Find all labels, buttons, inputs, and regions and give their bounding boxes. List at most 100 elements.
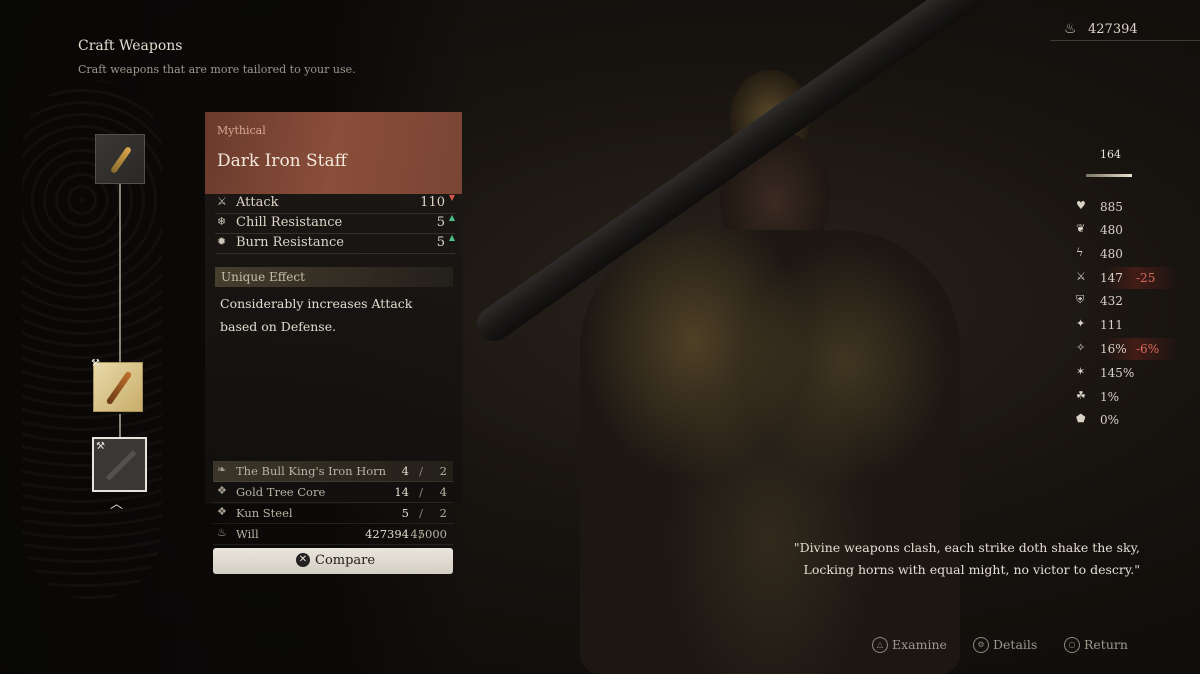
player-stat-crit-chance: ✧ 16% -6% [1070, 338, 1180, 360]
stat-label: Burn Resistance [236, 235, 344, 250]
stat-label: Chill Resistance [236, 215, 343, 230]
currency-display: ♨ 427394 [1050, 20, 1200, 41]
defense-icon: ⛨ [1076, 293, 1085, 306]
will-icon: ♨ [1064, 21, 1077, 37]
stat-value: 885 [1100, 200, 1123, 214]
stat-value: 147 [1100, 271, 1123, 285]
quote-line: "Divine weapons clash, each strike doth … [793, 540, 1140, 555]
material-need: 2 [439, 464, 447, 478]
player-stat-crit-damage: ✶ 145% [1070, 362, 1180, 384]
material-need: 45000 [410, 527, 447, 541]
stat-value: 145% [1100, 366, 1135, 380]
character-figure [560, 70, 980, 674]
material-label: Kun Steel [236, 506, 293, 520]
unique-effect-text: Considerably increases Attack based on D… [220, 296, 413, 334]
material-label: Gold Tree Core [236, 485, 326, 499]
details-button-icon: ⚙ [973, 637, 989, 653]
spirit-icon: ☘ [1076, 389, 1086, 402]
focus-icon: ✦ [1076, 317, 1086, 330]
weapon-slot-base[interactable] [95, 134, 145, 184]
hammer-icon: ⚒ [91, 358, 100, 369]
stat-value: 480 [1100, 247, 1123, 261]
player-stat-health: ♥ 885 [1070, 196, 1180, 218]
health-icon: ♥ [1076, 199, 1086, 212]
trend-up-icon: ▲ [448, 233, 455, 242]
player-stat-stamina: ϟ 480 [1070, 243, 1180, 265]
material-have: 427394 [365, 527, 409, 541]
stat-delta: -25 [1136, 271, 1156, 285]
material-row: ❧ The Bull King's Iron Horn 4 / 2 [213, 461, 453, 482]
material-label: Will [236, 527, 259, 541]
staff-icon [105, 450, 137, 481]
stat-row-burn-resistance: ✹ Burn Resistance 5 ▲ [215, 233, 455, 254]
material-separator: / [419, 506, 423, 520]
power-bar [1086, 174, 1132, 177]
material-have: 5 [401, 506, 409, 520]
burn-resistance-icon: ✹ [217, 235, 227, 248]
unique-effect-header: Unique Effect [215, 267, 453, 287]
stat-value: 5 [436, 235, 445, 250]
stat-row-attack: ⚔ Attack 110 ▼ [215, 193, 455, 214]
trend-up-icon: ▲ [448, 213, 455, 222]
stat-value: 111 [1100, 318, 1123, 332]
crit-chance-icon: ✧ [1076, 341, 1086, 354]
tree-connector [119, 182, 121, 362]
hint-label: Return [1084, 637, 1128, 652]
stat-value: 480 [1100, 223, 1123, 237]
stat-value: 110 [420, 195, 445, 210]
quote-line: Locking horns with equal might, no victo… [803, 562, 1140, 577]
stamina-icon: ϟ [1076, 246, 1084, 259]
power-level: 164 [1086, 140, 1136, 180]
tree-connector [119, 414, 121, 438]
mana-icon: ❦ [1076, 222, 1086, 235]
attack-icon: ⚔ [1076, 270, 1086, 283]
material-row: ❖ Gold Tree Core 14 / 4 [213, 482, 453, 503]
player-stat-resistance: ⬟ 0% [1070, 409, 1180, 431]
weapon-card-header: Mythical Dark Iron Staff [205, 112, 462, 194]
page-subtitle: Craft weapons that are more tailored to … [78, 63, 356, 76]
compare-button[interactable]: ✕ Compare [213, 548, 453, 574]
page-title: Craft Weapons [78, 38, 183, 54]
attack-icon: ⚔ [217, 195, 227, 208]
material-have: 14 [394, 485, 409, 499]
player-stat-spirit: ☘ 1% [1070, 386, 1180, 408]
player-stat-attack: ⚔ 147 -25 [1070, 267, 1180, 289]
triangle-button-icon: △ [872, 637, 888, 653]
weapon-card: Mythical Dark Iron Staff ⚔ Attack 110 ▼ … [205, 112, 462, 504]
weapon-slot-upgrade[interactable] [93, 362, 143, 412]
hammer-icon: ⚒ [96, 441, 105, 452]
currency-value: 427394 [1088, 22, 1138, 37]
stat-delta: -6% [1136, 342, 1160, 356]
will-icon: ♨ [217, 526, 227, 539]
material-icon: ❖ [217, 484, 227, 497]
resistance-icon: ⬟ [1076, 412, 1086, 425]
material-label: The Bull King's Iron Horn [236, 464, 387, 478]
weapon-name: Dark Iron Staff [217, 151, 347, 171]
material-need: 4 [439, 485, 447, 499]
chevron-up-icon[interactable]: ︿ [110, 493, 123, 512]
material-row: ❖ Kun Steel 5 / 2 [213, 503, 453, 524]
material-row: ♨ Will 427394 / 45000 [213, 524, 453, 545]
stat-row-chill-resistance: ❄ Chill Resistance 5 ▲ [215, 213, 455, 234]
stat-value: 432 [1100, 294, 1123, 308]
crit-damage-icon: ✶ [1076, 365, 1086, 378]
stat-value: 16% [1100, 342, 1127, 356]
horn-icon: ❧ [217, 463, 227, 476]
weapon-rarity: Mythical [217, 124, 266, 137]
compare-label: Compare [315, 553, 376, 568]
materials-list: ❧ The Bull King's Iron Horn 4 / 2 ❖ Gold… [213, 461, 453, 545]
stat-label: Attack [236, 195, 279, 210]
power-value: 164 [1100, 148, 1121, 161]
material-need: 2 [439, 506, 447, 520]
chill-resistance-icon: ❄ [217, 215, 227, 228]
material-icon: ❖ [217, 505, 227, 518]
staff-icon [109, 145, 133, 175]
flavor-quote: "Divine weapons clash, each strike doth … [790, 537, 1140, 581]
player-stat-focus: ✦ 111 [1070, 314, 1180, 336]
unique-effect-title: Unique Effect [221, 270, 305, 284]
material-have: 4 [401, 464, 409, 478]
cross-button-icon: ✕ [296, 553, 310, 567]
staff-icon [105, 370, 133, 406]
player-stat-defense: ⛨ 432 [1070, 290, 1180, 312]
circle-button-icon: ○ [1064, 637, 1080, 653]
